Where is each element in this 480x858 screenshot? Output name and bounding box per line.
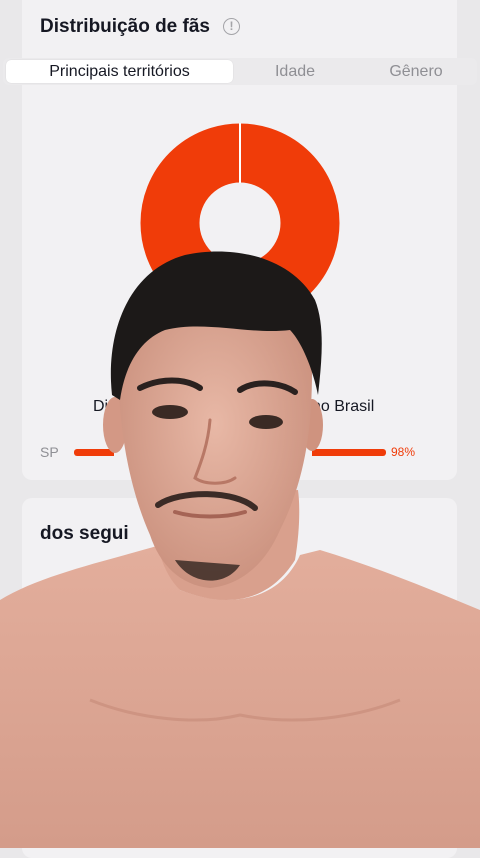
left-eye — [152, 405, 188, 419]
person-camera-overlay — [0, 251, 480, 848]
right-eye — [249, 415, 283, 429]
